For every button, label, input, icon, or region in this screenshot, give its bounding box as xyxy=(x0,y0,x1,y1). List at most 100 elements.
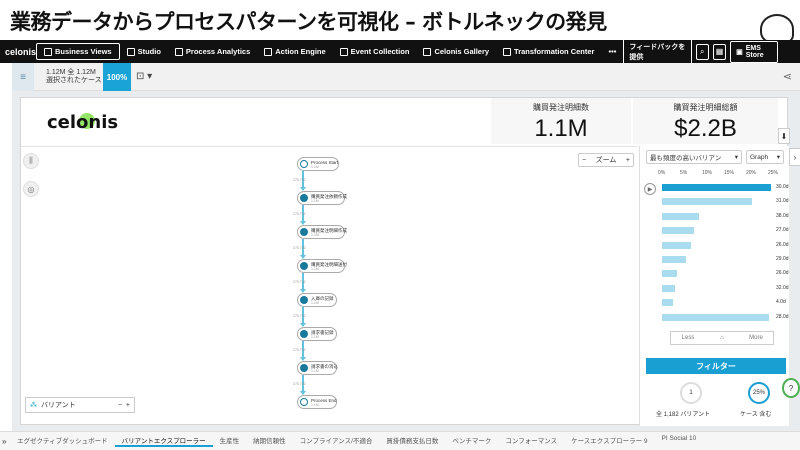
edge-frequency-label: 275,762 xyxy=(293,280,306,284)
variant-row[interactable]: 30.0d xyxy=(662,184,792,192)
process-activity-node[interactable]: 購買発注明細作成 1.1M xyxy=(297,225,347,239)
variant-pager: Less ⌂ More xyxy=(670,331,774,345)
process-activity-node[interactable]: Process End 1.1M xyxy=(297,395,337,409)
variant-throughput-time: 30.0d xyxy=(776,184,789,190)
gallery-icon xyxy=(423,47,432,56)
process-activity-node[interactable]: 請求書記録 1.1M xyxy=(297,327,337,341)
sheet-tab[interactable]: コンプライアンス/不適合 xyxy=(293,435,380,447)
less-button[interactable]: Less xyxy=(671,335,705,341)
variant-row[interactable]: 27.0d xyxy=(662,227,792,235)
variant-row[interactable]: 28.0d xyxy=(662,313,792,322)
share-icon[interactable]: ⋖ xyxy=(783,70,792,83)
process-activity-node[interactable]: Process Start 1.1M xyxy=(297,157,339,171)
variant-throughput-time: 38.0d xyxy=(776,212,789,219)
chevron-down-icon: ▾ xyxy=(776,154,780,161)
variant-share-bar xyxy=(662,184,771,191)
variant-throughput-time: 31.0d xyxy=(776,198,789,205)
sheet-tab[interactable]: バリアントエクスプローラー xyxy=(114,435,213,447)
ems-store-button[interactable]: ▣ EMS Store xyxy=(730,40,779,63)
kpi-value: 1.1M xyxy=(534,115,588,142)
download-icon[interactable]: ⬇ xyxy=(778,128,790,144)
percent-axis: 0% 5% 10% 15% 20% 25% xyxy=(658,170,782,178)
analysis-toolbar: ≡ 1.12M 全 1.12M 選択されたケース 100% ⊡ ▾ ⋖ xyxy=(12,63,800,91)
variant-row[interactable]: 31.0d xyxy=(662,198,792,206)
nav-business-views[interactable]: Business Views xyxy=(36,43,120,60)
nav-transformation-center[interactable]: Transformation Center xyxy=(496,40,601,63)
process-activity-node[interactable]: 購買発注明細送付 1.1M xyxy=(297,259,347,273)
nav-process-analytics[interactable]: Process Analytics xyxy=(168,40,257,63)
process-activity-node[interactable]: 入庫の記録 1.1M xyxy=(297,293,337,307)
visibility-icon[interactable]: ◎ xyxy=(23,181,39,197)
sheet-tab[interactable]: 納期信頼性 xyxy=(246,435,293,447)
zoom-in-button[interactable]: + xyxy=(626,157,630,164)
variant-minus-button[interactable]: − xyxy=(118,402,122,409)
more-button[interactable]: More xyxy=(739,335,773,341)
process-activity-node[interactable]: 購買発注依頼作成 1.1M xyxy=(297,191,347,205)
sheet-tab[interactable]: ベンチマーク xyxy=(445,435,498,447)
activities-slider-icon[interactable]: ⫼ xyxy=(23,153,39,169)
sheet-tab[interactable]: ケースエクスプローラー 9 xyxy=(564,435,654,447)
activity-icon xyxy=(300,296,308,304)
variant-row[interactable]: 4.0d xyxy=(662,299,792,307)
ems-store-label: EMS Store xyxy=(745,44,764,59)
slide-header: 業務データからプロセスパターンを可視化 – ボトルネックの発見 xyxy=(0,0,800,44)
variant-label: バリアント xyxy=(41,402,76,409)
action-icon xyxy=(264,47,273,56)
nav-more-button[interactable]: ••• xyxy=(601,40,623,63)
kpi-po-line-count: 購買発注明細数 1.1M xyxy=(491,98,631,144)
variant-share-bar xyxy=(662,299,673,307)
variant-share-bar xyxy=(662,198,753,206)
zoom-out-button[interactable]: − xyxy=(582,157,586,164)
variant-row[interactable]: 32.0d xyxy=(662,284,792,293)
variant-share-bar xyxy=(662,241,691,249)
nav-celonis-gallery[interactable]: Celonis Gallery xyxy=(416,40,496,63)
event-icon xyxy=(339,47,348,56)
nav-studio[interactable]: Studio xyxy=(120,40,168,63)
variant-sort-select[interactable]: 最も頻度の高いバリアン ▾ xyxy=(646,150,742,164)
nav-action-engine[interactable]: Action Engine xyxy=(257,40,332,63)
filter-button[interactable]: フィルター xyxy=(646,358,786,374)
nav-label: Event Collection xyxy=(350,47,410,56)
edge-frequency-label: 275,762 xyxy=(293,382,306,386)
search-icon[interactable]: ⌕ xyxy=(695,43,709,60)
variant-sort-value: 最も頻度の高いバリアン xyxy=(650,155,722,162)
nav-event-collection[interactable]: Event Collection xyxy=(333,40,417,63)
sheet-tab[interactable]: 生産性 xyxy=(213,435,247,447)
activity-count: 1.1M xyxy=(311,165,319,169)
filter-dropdown-icon[interactable]: ⊡ ▾ xyxy=(136,71,152,82)
sheet-tab[interactable]: コンフォーマンス xyxy=(498,435,564,447)
variant-share-bar xyxy=(662,227,694,235)
celonis-nav-logo[interactable]: celonis xyxy=(0,47,36,57)
variant-row[interactable]: 29.0d xyxy=(662,256,792,264)
panel-collapse-icon[interactable]: › xyxy=(789,148,800,166)
sheet-tab[interactable]: 買掛債務支払日数 xyxy=(379,435,445,447)
home-icon[interactable]: ⌂ xyxy=(705,335,739,341)
activity-count: 1.1M xyxy=(311,403,319,407)
axis-tick: 20% xyxy=(746,170,757,176)
hamburger-menu-icon[interactable]: ≡ xyxy=(12,63,34,91)
variant-row[interactable]: 38.0d xyxy=(662,212,792,221)
feedback-button[interactable]: フィードバックを提供 xyxy=(623,37,692,66)
edge-frequency-label: 275,762 xyxy=(293,246,306,250)
help-icon[interactable]: ? xyxy=(782,378,800,398)
variant-plus-button[interactable]: + xyxy=(126,402,130,409)
sheet-tab[interactable]: エグゼクティブダッシュボード xyxy=(10,435,115,447)
variant-share-bar xyxy=(662,270,678,278)
variant-throughput-time: 28.0d xyxy=(776,313,789,320)
graph-mode-value: Graph xyxy=(750,153,769,161)
zoom-control: − ズーム + xyxy=(578,153,634,167)
expand-tabs-icon[interactable]: » xyxy=(0,437,10,446)
selection-percent-badge[interactable]: 100% xyxy=(103,63,131,91)
apps-grid-icon[interactable]: ▦ xyxy=(712,43,727,60)
variant-row[interactable]: 26.0d xyxy=(662,241,792,250)
play-animation-icon[interactable]: ▶ xyxy=(644,183,656,195)
sheet-tab[interactable]: PI Social 10 xyxy=(655,435,704,447)
selected-cases-info: 1.12M 全 1.12M 選択されたケース xyxy=(46,69,102,85)
graph-mode-select[interactable]: Graph ▾ xyxy=(746,150,784,164)
process-graph-area[interactable]: ⫼ ◎ − ズーム + Process Start 1.1M 275,762 購買発注… xyxy=(21,146,637,426)
zoom-label: ズーム xyxy=(595,157,617,164)
process-activity-node[interactable]: 請求書の消込 1.1M xyxy=(297,361,338,375)
analysis-canvas: celonis 購買発注明細数 1.1M 購買発注明細総額 $2.2B ⬇ ⫼ … xyxy=(12,91,800,431)
nav-label: Business Views xyxy=(55,47,112,56)
variant-row[interactable]: 26.0d xyxy=(662,270,792,278)
